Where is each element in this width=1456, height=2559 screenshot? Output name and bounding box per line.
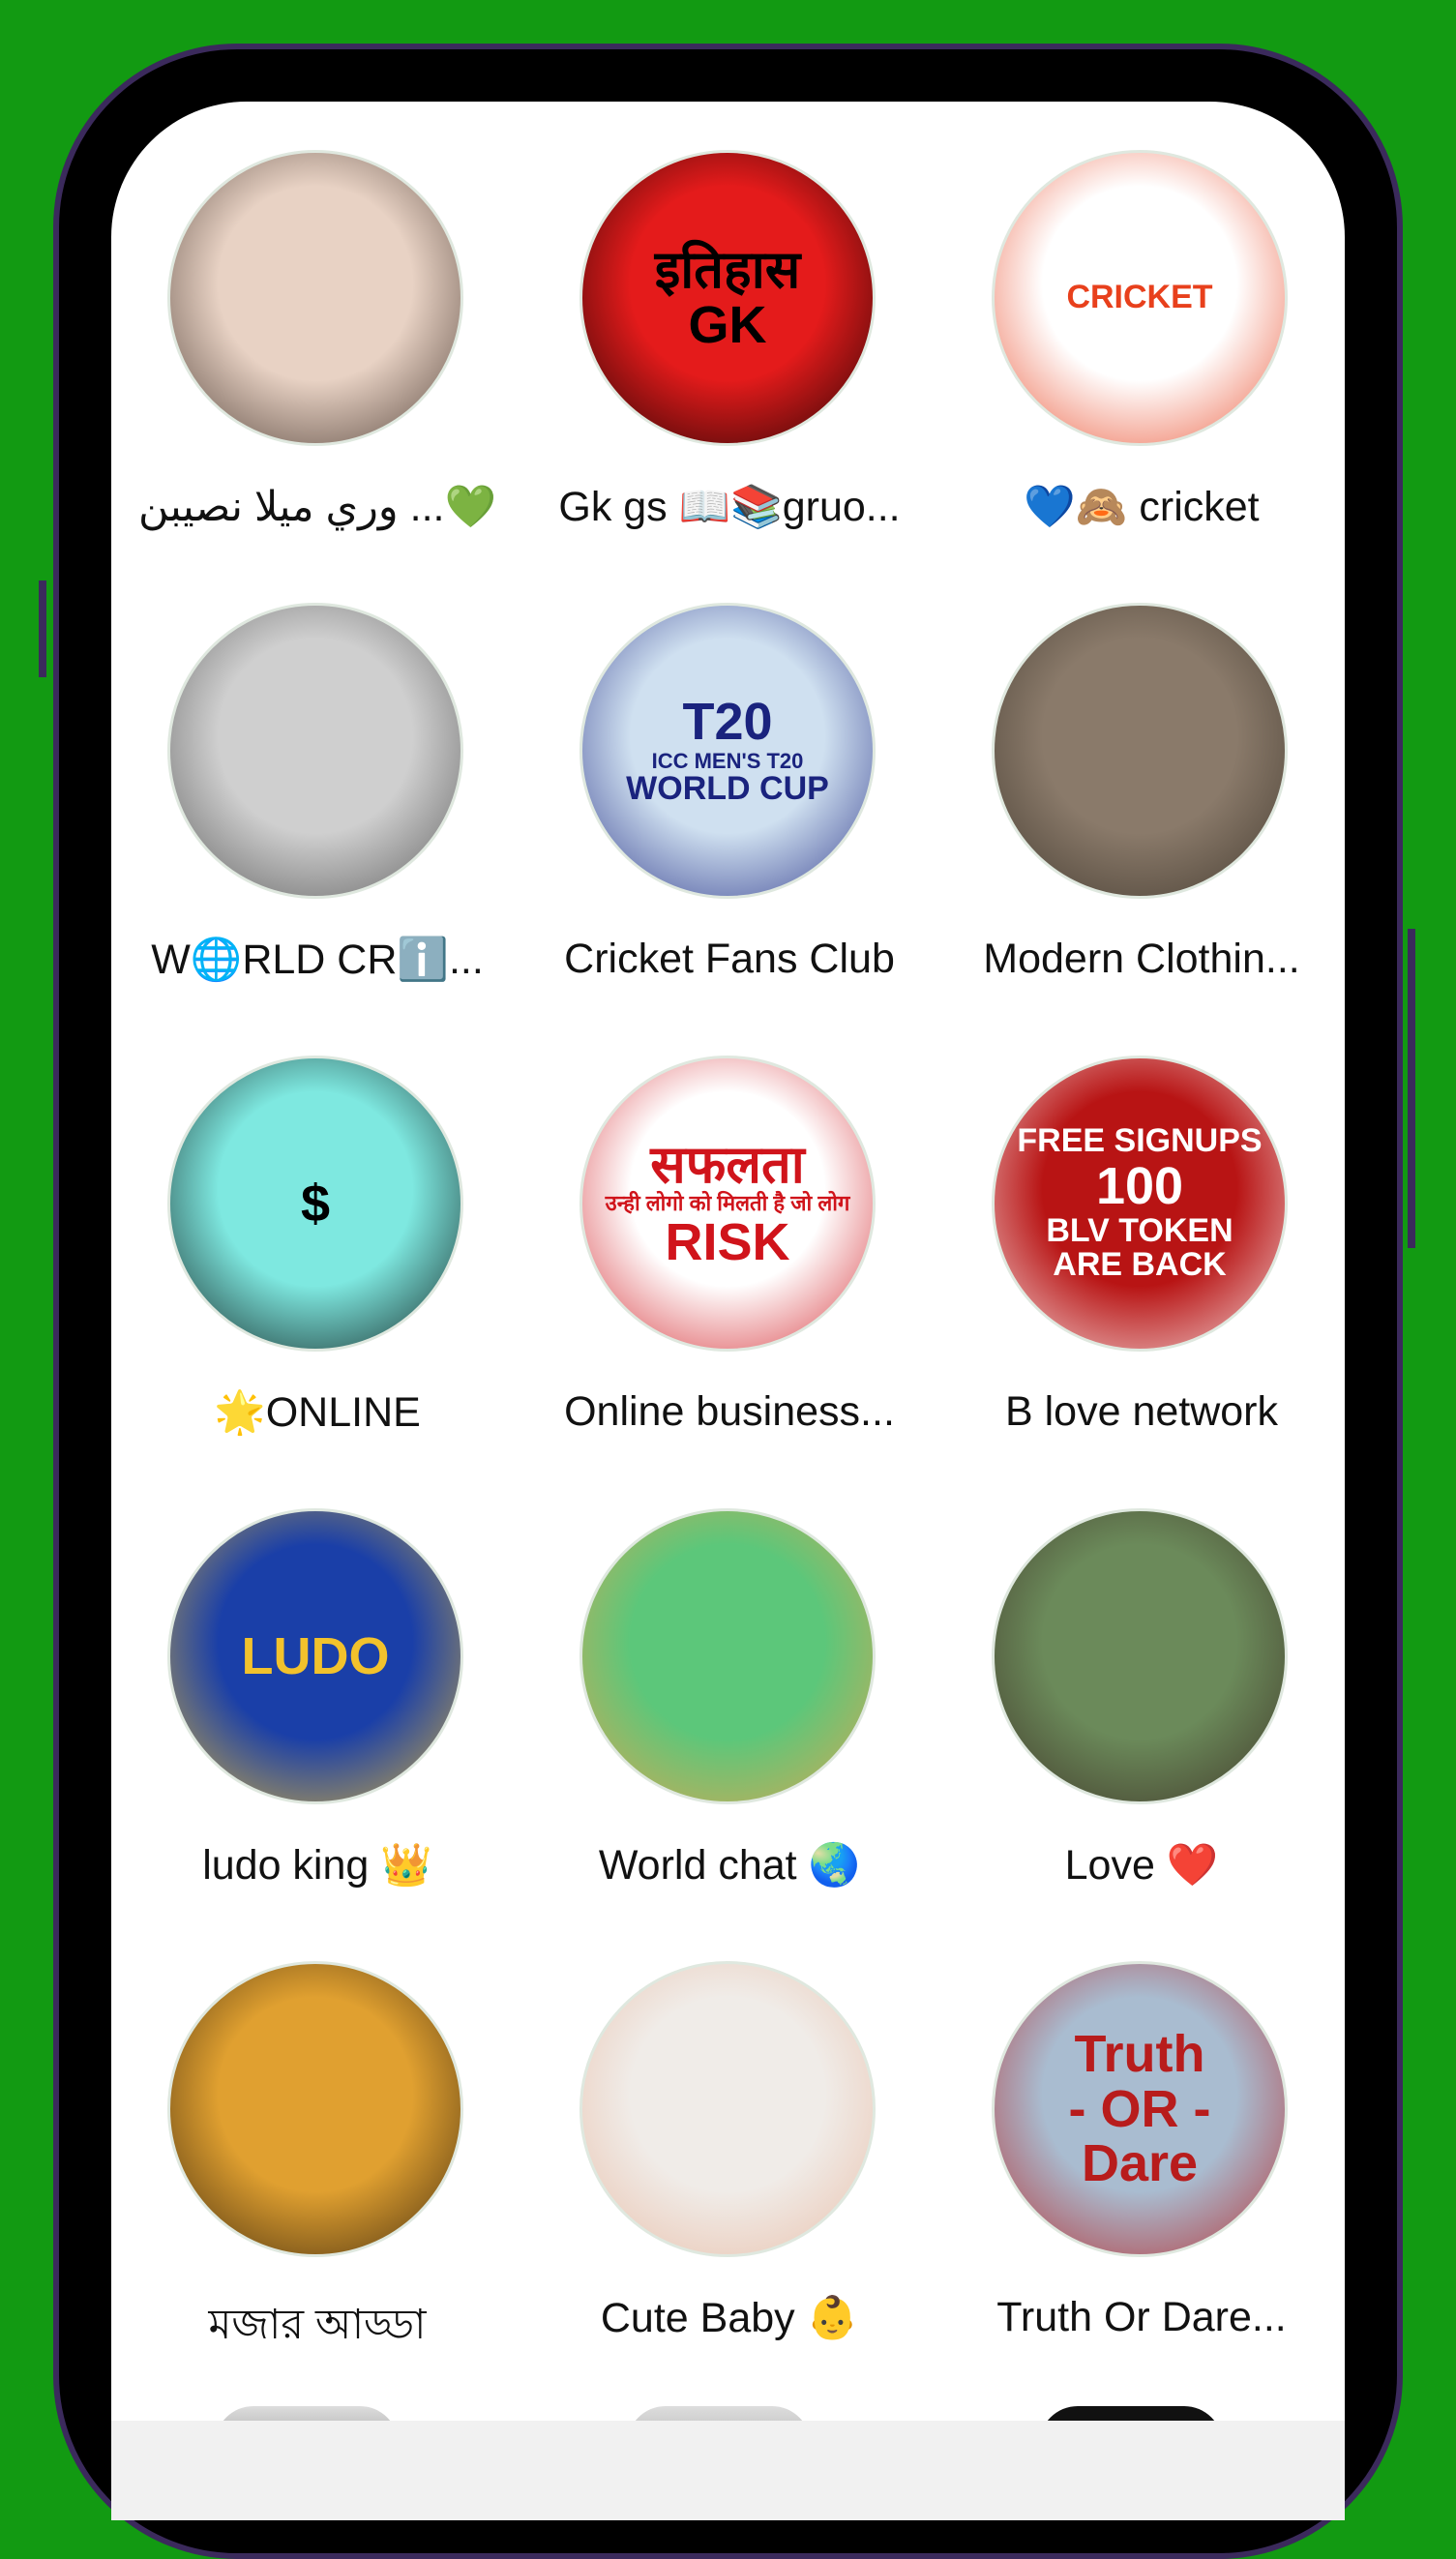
group-avatar-money-bag-hand[interactable]: $: [167, 1056, 463, 1352]
avatar-logo-text: Dare: [1081, 2134, 1199, 2193]
avatar-logo-text: GK: [688, 296, 767, 354]
avatar-logo-text: WORLD CUP: [626, 770, 829, 808]
group-avatar-woman-portrait[interactable]: [167, 150, 463, 446]
group-item[interactable]: इतिहास GK Gk gs 📖📚gruo...: [523, 150, 936, 605]
group-avatar-safalta-risk-quote[interactable]: सफलता उन्ही लोगो को मिलती है जो लोग RISK: [579, 1056, 876, 1352]
avatar-logo-text: CRICKET: [1066, 279, 1213, 316]
avatar-logo-text: ARE BACK: [1053, 1246, 1227, 1284]
avatar-logo-text: - OR -: [1068, 2079, 1211, 2138]
group-item[interactable]: মজার আড্ডা: [111, 1961, 523, 2416]
group-name: World chat 🌏: [598, 1842, 861, 1889]
group-name: وري ميلا نصيبن ...💚: [137, 484, 496, 530]
group-name: W🌐RLD CRℹ️...: [151, 937, 484, 983]
avatar-logo-text: T20: [682, 693, 773, 752]
screen: وري ميلا نصيبن ...💚 इतिहास GK Gk gs 📖📚gruo.…: [111, 102, 1345, 2520]
group-item[interactable]: Love ❤️: [936, 1508, 1345, 1963]
group-avatar-ludo-king-logo[interactable]: LUDO: [167, 1508, 463, 1804]
group-avatar-world-chat-illustration[interactable]: [579, 1508, 876, 1804]
avatar-logo-text: $: [300, 1174, 331, 1233]
group-item[interactable]: Truth - OR - Dare Truth Or Dare...: [936, 1961, 1345, 2416]
group-avatar-t20-world-cup-logo[interactable]: T20 ICC MEN'S T20 WORLD CUP: [579, 603, 876, 899]
group-item[interactable]: सफलता उन्ही लोगो को मिलती है जो लोग RISK On…: [523, 1056, 936, 1510]
group-name: Gk gs 📖📚gruo...: [558, 484, 901, 530]
bottom-navigation-bar[interactable]: [111, 2421, 1345, 2520]
avatar-logo-text: ICC MEN'S T20: [651, 748, 804, 773]
group-name: ludo king 👑: [202, 1842, 432, 1889]
group-item[interactable]: W🌐RLD CRℹ️...: [111, 603, 523, 1057]
avatar-logo-text: 100: [1095, 1156, 1184, 1215]
group-item[interactable]: World chat 🌏: [523, 1508, 936, 1963]
avatar-logo-text: इतिहास: [654, 241, 801, 300]
avatar-logo-text: सफलता: [650, 1135, 805, 1194]
avatar-logo-text: Truth: [1074, 2024, 1205, 2083]
group-item[interactable]: وري ميلا نصيبن ...💚: [111, 150, 523, 605]
group-item[interactable]: Modern Clothin...: [936, 603, 1345, 1057]
group-avatar-free-signups-promo[interactable]: FREE SIGNUPS 100 BLV TOKEN ARE BACK: [992, 1056, 1288, 1352]
group-item[interactable]: FREE SIGNUPS 100 BLV TOKEN ARE BACK B love n…: [936, 1056, 1345, 1510]
group-item[interactable]: CRICKET 💙🙈 cricket: [936, 150, 1345, 605]
phone-side-button: [39, 580, 46, 677]
group-name: 🌟ONLINE: [214, 1389, 421, 1436]
group-avatar-woman-saree-photo[interactable]: [992, 1508, 1288, 1804]
avatar-logo-text: उन्ही लोगो को मिलती है जो लोग: [605, 1191, 850, 1216]
avatar-logo-text: LUDO: [241, 1626, 390, 1685]
group-name: Love ❤️: [1064, 1842, 1219, 1889]
avatar-logo-text: RISK: [665, 1212, 790, 1271]
group-avatar-itihas-gk-logo[interactable]: इतिहास GK: [579, 150, 876, 446]
group-item[interactable]: $ 🌟ONLINE: [111, 1056, 523, 1510]
avatar-logo-text: FREE SIGNUPS: [1017, 1122, 1263, 1160]
group-name: Truth Or Dare...: [996, 2294, 1287, 2340]
group-name: Modern Clothin...: [983, 936, 1300, 982]
group-avatar-truth-or-dare-logo[interactable]: Truth - OR - Dare: [992, 1961, 1288, 2257]
group-name: Cute Baby 👶: [600, 2295, 859, 2341]
group-name: 💙🙈 cricket: [1024, 484, 1260, 530]
group-item[interactable]: T20 ICC MEN'S T20 WORLD CUP Cricket Fans Cl…: [523, 603, 936, 1057]
group-avatar-doll-photo[interactable]: [992, 603, 1288, 899]
phone-side-button: [1408, 929, 1415, 1248]
group-name: Cricket Fans Club: [564, 936, 895, 982]
group-item[interactable]: Cute Baby 👶: [523, 1961, 936, 2416]
group-item[interactable]: LUDO ludo king 👑: [111, 1508, 523, 1963]
group-avatar-cricket-fever-ball[interactable]: CRICKET: [992, 150, 1288, 446]
group-avatar-baby-photo[interactable]: [579, 1961, 876, 2257]
group-name: মজার আড্ডা: [208, 2302, 427, 2348]
group-avatar-tree-sunset-photo[interactable]: [167, 1961, 463, 2257]
group-name: B love network: [1004, 1388, 1279, 1435]
avatar-logo-text: BLV TOKEN: [1046, 1211, 1233, 1249]
group-name: Online business...: [564, 1388, 895, 1435]
group-avatar-hand-holding-ball[interactable]: [167, 603, 463, 899]
